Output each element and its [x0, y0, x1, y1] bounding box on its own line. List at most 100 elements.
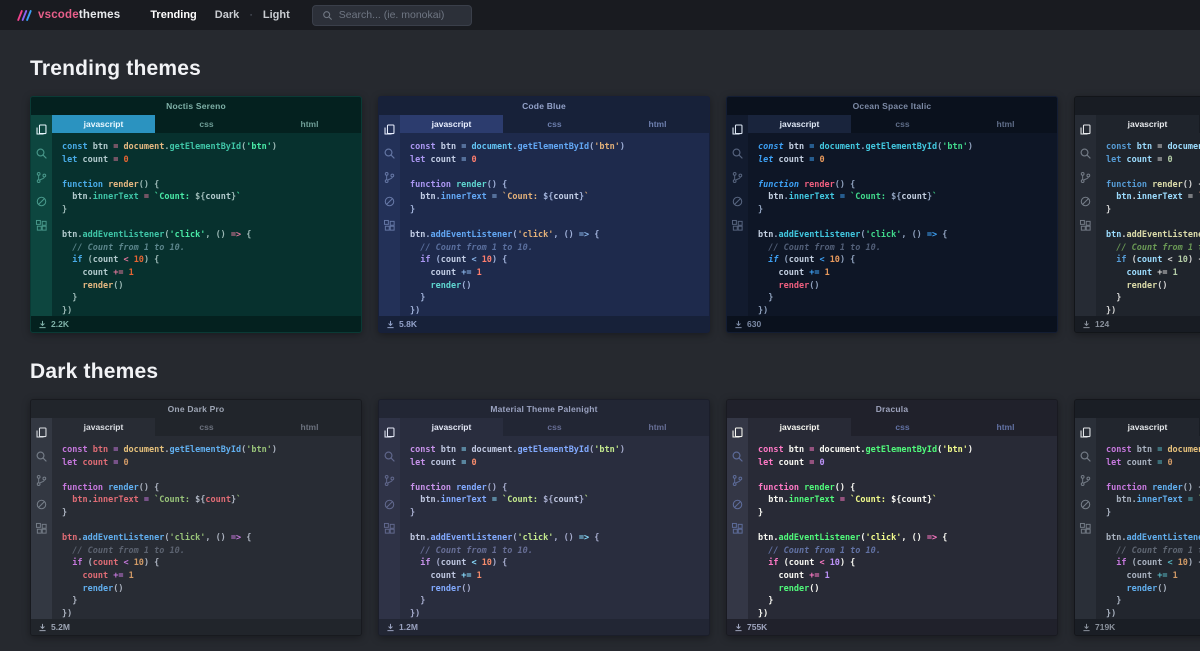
- search-icon: [383, 450, 396, 463]
- code-preview: const btn = document.getElementById('btn…: [52, 133, 361, 316]
- tab-bar: javascriptcsshtml: [1096, 418, 1200, 436]
- download-count: 124: [1095, 319, 1109, 329]
- tab-html[interactable]: html: [258, 418, 361, 436]
- card-footer: 630: [727, 316, 1057, 332]
- download-icon: [1082, 623, 1091, 632]
- tab-bar: javascriptcsshtml: [400, 418, 709, 436]
- theme-name: [1075, 97, 1200, 115]
- download-icon: [734, 320, 743, 329]
- code-preview: const btn = document.getElementById('btn…: [400, 133, 709, 316]
- theme-card[interactable]: Ocean Space Italicjavascriptcsshtmlconst…: [726, 96, 1058, 333]
- files-icon: [731, 123, 744, 136]
- theme-card[interactable]: Material Theme Palenightjavascriptcsshtm…: [378, 399, 710, 636]
- tab-bar: javascriptcsshtml: [1096, 115, 1200, 133]
- code-preview: const btn = document.getElementById('btn…: [1096, 133, 1200, 316]
- extensions-icon: [1079, 219, 1092, 232]
- nav-link-dark[interactable]: Dark: [215, 9, 239, 21]
- theme-name: Ocean Space Italic: [727, 97, 1057, 115]
- section-trending: Trending themes Noctis Serenojavascriptc…: [0, 57, 1200, 333]
- source-control-icon: [383, 171, 396, 184]
- theme-name: [1075, 400, 1200, 418]
- search-icon: [1079, 450, 1092, 463]
- tab-html[interactable]: html: [606, 418, 709, 436]
- tab-css[interactable]: css: [851, 115, 954, 133]
- theme-card[interactable]: Noctis Serenojavascriptcsshtmlconst btn …: [30, 96, 362, 333]
- theme-grid: One Dark Projavascriptcsshtmlconst btn =…: [30, 399, 1170, 636]
- card-footer: 124: [1075, 316, 1200, 332]
- files-icon: [35, 426, 48, 439]
- debug-icon: [731, 195, 744, 208]
- download-count: 1.2M: [399, 622, 418, 632]
- tab-css[interactable]: css: [155, 115, 258, 133]
- tab-css[interactable]: css: [503, 418, 606, 436]
- code-preview: const btn = document.getElementById('btn…: [52, 436, 361, 619]
- tab-javascript[interactable]: javascript: [400, 115, 503, 133]
- card-footer: 2.2K: [31, 316, 361, 332]
- activity-bar: [31, 418, 52, 619]
- tab-css[interactable]: css: [851, 418, 954, 436]
- theme-card[interactable]: javascriptcsshtmlconst btn = document.ge…: [1074, 399, 1200, 636]
- debug-icon: [35, 498, 48, 511]
- tab-javascript[interactable]: javascript: [52, 418, 155, 436]
- debug-icon: [383, 195, 396, 208]
- section-heading: Trending themes: [30, 57, 1170, 81]
- tab-javascript[interactable]: javascript: [748, 418, 851, 436]
- tab-html[interactable]: html: [258, 115, 361, 133]
- download-icon: [38, 320, 47, 329]
- nav-link-trending[interactable]: Trending: [150, 9, 196, 21]
- activity-bar: [727, 418, 748, 619]
- theme-grid: Noctis Serenojavascriptcsshtmlconst btn …: [30, 96, 1170, 333]
- tab-bar: javascriptcsshtml: [748, 418, 1057, 436]
- download-icon: [734, 623, 743, 632]
- tab-javascript[interactable]: javascript: [400, 418, 503, 436]
- card-footer: 719K: [1075, 619, 1200, 635]
- debug-icon: [383, 498, 396, 511]
- tab-javascript[interactable]: javascript: [52, 115, 155, 133]
- download-count: 5.2M: [51, 622, 70, 632]
- files-icon: [383, 426, 396, 439]
- card-footer: 1.2M: [379, 619, 709, 635]
- source-control-icon: [731, 474, 744, 487]
- nav-link-light[interactable]: Light: [263, 9, 290, 21]
- activity-bar: [31, 115, 52, 316]
- code-preview: const btn = document.getElementById('btn…: [400, 436, 709, 619]
- theme-card[interactable]: One Dark Projavascriptcsshtmlconst btn =…: [30, 399, 362, 636]
- download-icon: [38, 623, 47, 632]
- files-icon: [1079, 123, 1092, 136]
- files-icon: [1079, 426, 1092, 439]
- download-count: 2.2K: [51, 319, 69, 329]
- theme-card[interactable]: Code Bluejavascriptcsshtmlconst btn = do…: [378, 96, 710, 333]
- files-icon: [731, 426, 744, 439]
- tab-html[interactable]: html: [954, 115, 1057, 133]
- tab-javascript[interactable]: javascript: [1096, 418, 1199, 436]
- theme-card[interactable]: javascriptcsshtmlconst btn = document.ge…: [1074, 96, 1200, 333]
- search-input[interactable]: [339, 9, 462, 21]
- tab-html[interactable]: html: [606, 115, 709, 133]
- activity-bar: [727, 115, 748, 316]
- download-count: 719K: [1095, 622, 1115, 632]
- logo-text-suffix: themes: [79, 9, 120, 21]
- extensions-icon: [731, 219, 744, 232]
- tab-javascript[interactable]: javascript: [748, 115, 851, 133]
- card-footer: 755K: [727, 619, 1057, 635]
- extensions-icon: [383, 522, 396, 535]
- logo[interactable]: vscodethemes: [16, 9, 120, 22]
- extensions-icon: [1079, 522, 1092, 535]
- theme-name: Dracula: [727, 400, 1057, 418]
- download-icon: [386, 320, 395, 329]
- theme-name: One Dark Pro: [31, 400, 361, 418]
- tab-css[interactable]: css: [503, 115, 606, 133]
- source-control-icon: [731, 171, 744, 184]
- tab-javascript[interactable]: javascript: [1096, 115, 1199, 133]
- activity-bar: [379, 418, 400, 619]
- debug-icon: [1079, 195, 1092, 208]
- activity-bar: [379, 115, 400, 316]
- tab-html[interactable]: html: [954, 418, 1057, 436]
- search-icon: [322, 10, 333, 21]
- debug-icon: [1079, 498, 1092, 511]
- tab-css[interactable]: css: [155, 418, 258, 436]
- theme-name: Noctis Sereno: [31, 97, 361, 115]
- search-icon: [731, 450, 744, 463]
- theme-card[interactable]: Draculajavascriptcsshtmlconst btn = docu…: [726, 399, 1058, 636]
- search-icon: [35, 450, 48, 463]
